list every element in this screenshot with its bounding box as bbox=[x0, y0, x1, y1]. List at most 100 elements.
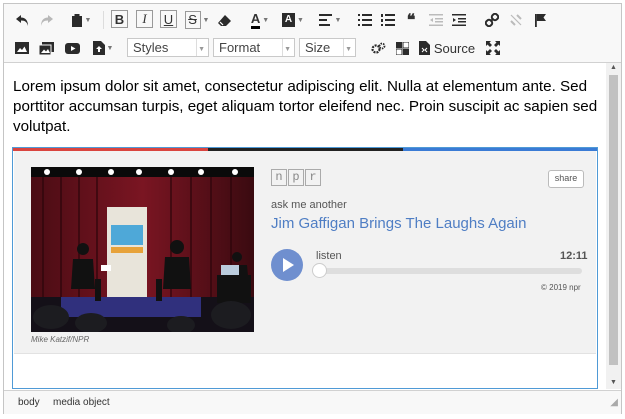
chevron-down-icon: ▼ bbox=[262, 16, 270, 24]
show-blocks-icon bbox=[395, 41, 409, 55]
align-left-icon bbox=[318, 14, 332, 26]
file-icon bbox=[92, 41, 105, 55]
unlink-button[interactable] bbox=[507, 10, 525, 30]
youtube-icon bbox=[64, 42, 80, 54]
maximize-button[interactable] bbox=[484, 38, 502, 58]
text-color-button[interactable]: A ▼ bbox=[246, 10, 274, 30]
photo-credit: Mike Katzif/NPR bbox=[31, 335, 90, 344]
chevron-down-icon: ▼ bbox=[198, 46, 205, 53]
source-file-icon bbox=[418, 41, 430, 55]
undo-icon bbox=[15, 14, 28, 26]
unlink-icon bbox=[510, 14, 522, 26]
toolbar-separator bbox=[103, 11, 104, 29]
show-blocks-button[interactable] bbox=[393, 38, 411, 58]
source-button[interactable]: Source bbox=[417, 38, 477, 58]
insert-video-button[interactable] bbox=[62, 38, 82, 58]
undo-button[interactable] bbox=[13, 10, 31, 30]
media-object-embed[interactable]: Mike Katzif/NPR n p r share ask me anoth… bbox=[12, 147, 598, 389]
bold-button[interactable]: B bbox=[111, 10, 128, 28]
align-button[interactable]: ▼ bbox=[316, 10, 344, 30]
numbered-list-button[interactable] bbox=[379, 10, 397, 30]
npr-logo: n p r bbox=[271, 169, 322, 186]
chevron-down-icon: ▼ bbox=[84, 16, 92, 24]
bulleted-list-icon bbox=[358, 14, 372, 26]
chevron-down-icon: ▼ bbox=[334, 16, 342, 24]
background-color-button[interactable]: A ▼ bbox=[279, 10, 307, 30]
format-dropdown[interactable]: Format ▼ bbox=[213, 38, 295, 57]
combo-divider bbox=[282, 39, 283, 56]
npr-logo-letter: r bbox=[305, 169, 321, 186]
share-button[interactable]: share bbox=[548, 170, 584, 188]
settings-button[interactable] bbox=[369, 38, 387, 58]
npr-logo-letter: n bbox=[271, 169, 287, 186]
chevron-down-icon: ▼ bbox=[106, 44, 114, 52]
program-name: ask me another bbox=[271, 199, 347, 211]
source-label: Source bbox=[433, 40, 476, 56]
editor-content[interactable]: Lorem ipsum dolor sit amet, consectetur … bbox=[4, 63, 606, 389]
strikethrough-button[interactable]: S ▼ bbox=[184, 10, 210, 30]
format-label: Format bbox=[219, 40, 261, 55]
anchor-button[interactable] bbox=[531, 10, 549, 30]
insert-gallery-button[interactable] bbox=[37, 38, 55, 58]
resize-grip-icon[interactable]: ◢ bbox=[610, 397, 618, 412]
chevron-down-icon: ▼ bbox=[202, 16, 210, 24]
underline-button[interactable]: U bbox=[160, 10, 177, 28]
play-button[interactable] bbox=[271, 249, 303, 281]
chevron-down-icon: ▼ bbox=[297, 16, 304, 24]
path-item-body[interactable]: body bbox=[18, 397, 40, 408]
quote-icon: ❝ bbox=[406, 12, 416, 29]
styles-dropdown[interactable]: Styles ▼ bbox=[127, 38, 209, 57]
vertical-scrollbar[interactable]: ▲ ▼ bbox=[606, 63, 621, 389]
numbered-list-icon bbox=[381, 14, 395, 26]
chevron-down-icon: ▼ bbox=[284, 46, 291, 53]
bulleted-list-button[interactable] bbox=[356, 10, 374, 30]
npr-player-card: Mike Katzif/NPR n p r share ask me anoth… bbox=[14, 151, 596, 354]
story-title[interactable]: Jim Gaffigan Brings The Laughs Again bbox=[271, 215, 526, 232]
cogs-icon bbox=[370, 42, 385, 54]
scroll-down-arrow-icon[interactable]: ▼ bbox=[610, 379, 617, 386]
toolbar: ▼ B I U S ▼ A ▼ A ▼ ▼ ❝ ▼ Styles ▼ Forma… bbox=[4, 4, 621, 63]
blockquote-button[interactable]: ❝ bbox=[402, 10, 420, 30]
link-button[interactable] bbox=[483, 10, 501, 30]
rich-text-editor: ▼ B I U S ▼ A ▼ A ▼ ▼ ❝ ▼ Styles ▼ Forma… bbox=[3, 3, 622, 414]
body-paragraph[interactable]: Lorem ipsum dolor sit amet, consectetur … bbox=[13, 77, 598, 137]
size-label: Size bbox=[305, 40, 331, 55]
link-icon bbox=[485, 13, 499, 27]
bg-color-label: A bbox=[282, 13, 296, 27]
combo-divider bbox=[343, 39, 344, 56]
size-dropdown[interactable]: Size ▼ bbox=[299, 38, 356, 57]
audio-duration: 12:11 bbox=[560, 250, 588, 262]
flag-icon bbox=[534, 14, 546, 27]
gallery-icon bbox=[38, 41, 54, 55]
scrollbar-thumb[interactable] bbox=[609, 75, 618, 365]
strikethrough-label: S bbox=[184, 11, 201, 29]
combo-divider bbox=[196, 39, 197, 56]
redo-button[interactable] bbox=[37, 10, 55, 30]
insert-image-button[interactable] bbox=[13, 38, 31, 58]
maximize-icon bbox=[486, 41, 500, 55]
outdent-icon bbox=[429, 14, 443, 26]
audio-progress-track[interactable] bbox=[320, 268, 582, 274]
paste-button[interactable]: ▼ bbox=[66, 10, 96, 30]
npr-logo-letter: p bbox=[288, 169, 304, 186]
indent-icon bbox=[452, 14, 466, 26]
element-path-bar: body media object ◢ bbox=[4, 390, 621, 414]
listen-label: listen bbox=[316, 250, 342, 262]
chevron-down-icon: ▼ bbox=[345, 46, 352, 53]
outdent-button[interactable] bbox=[427, 10, 445, 30]
clipboard-icon bbox=[71, 13, 82, 27]
insert-file-button[interactable]: ▼ bbox=[89, 38, 117, 58]
indent-button[interactable] bbox=[450, 10, 468, 30]
text-color-label: A bbox=[250, 11, 261, 29]
play-icon bbox=[283, 258, 294, 272]
italic-button[interactable]: I bbox=[136, 10, 153, 28]
scroll-up-arrow-icon[interactable]: ▲ bbox=[610, 64, 617, 71]
redo-icon bbox=[40, 14, 53, 26]
path-item-media-object[interactable]: media object bbox=[53, 397, 110, 408]
audio-progress-handle[interactable] bbox=[312, 263, 327, 278]
remove-format-button[interactable] bbox=[215, 10, 233, 30]
story-photo bbox=[31, 167, 254, 332]
styles-label: Styles bbox=[133, 40, 169, 55]
image-icon bbox=[15, 42, 29, 54]
copyright-notice: © 2019 npr bbox=[541, 283, 581, 292]
